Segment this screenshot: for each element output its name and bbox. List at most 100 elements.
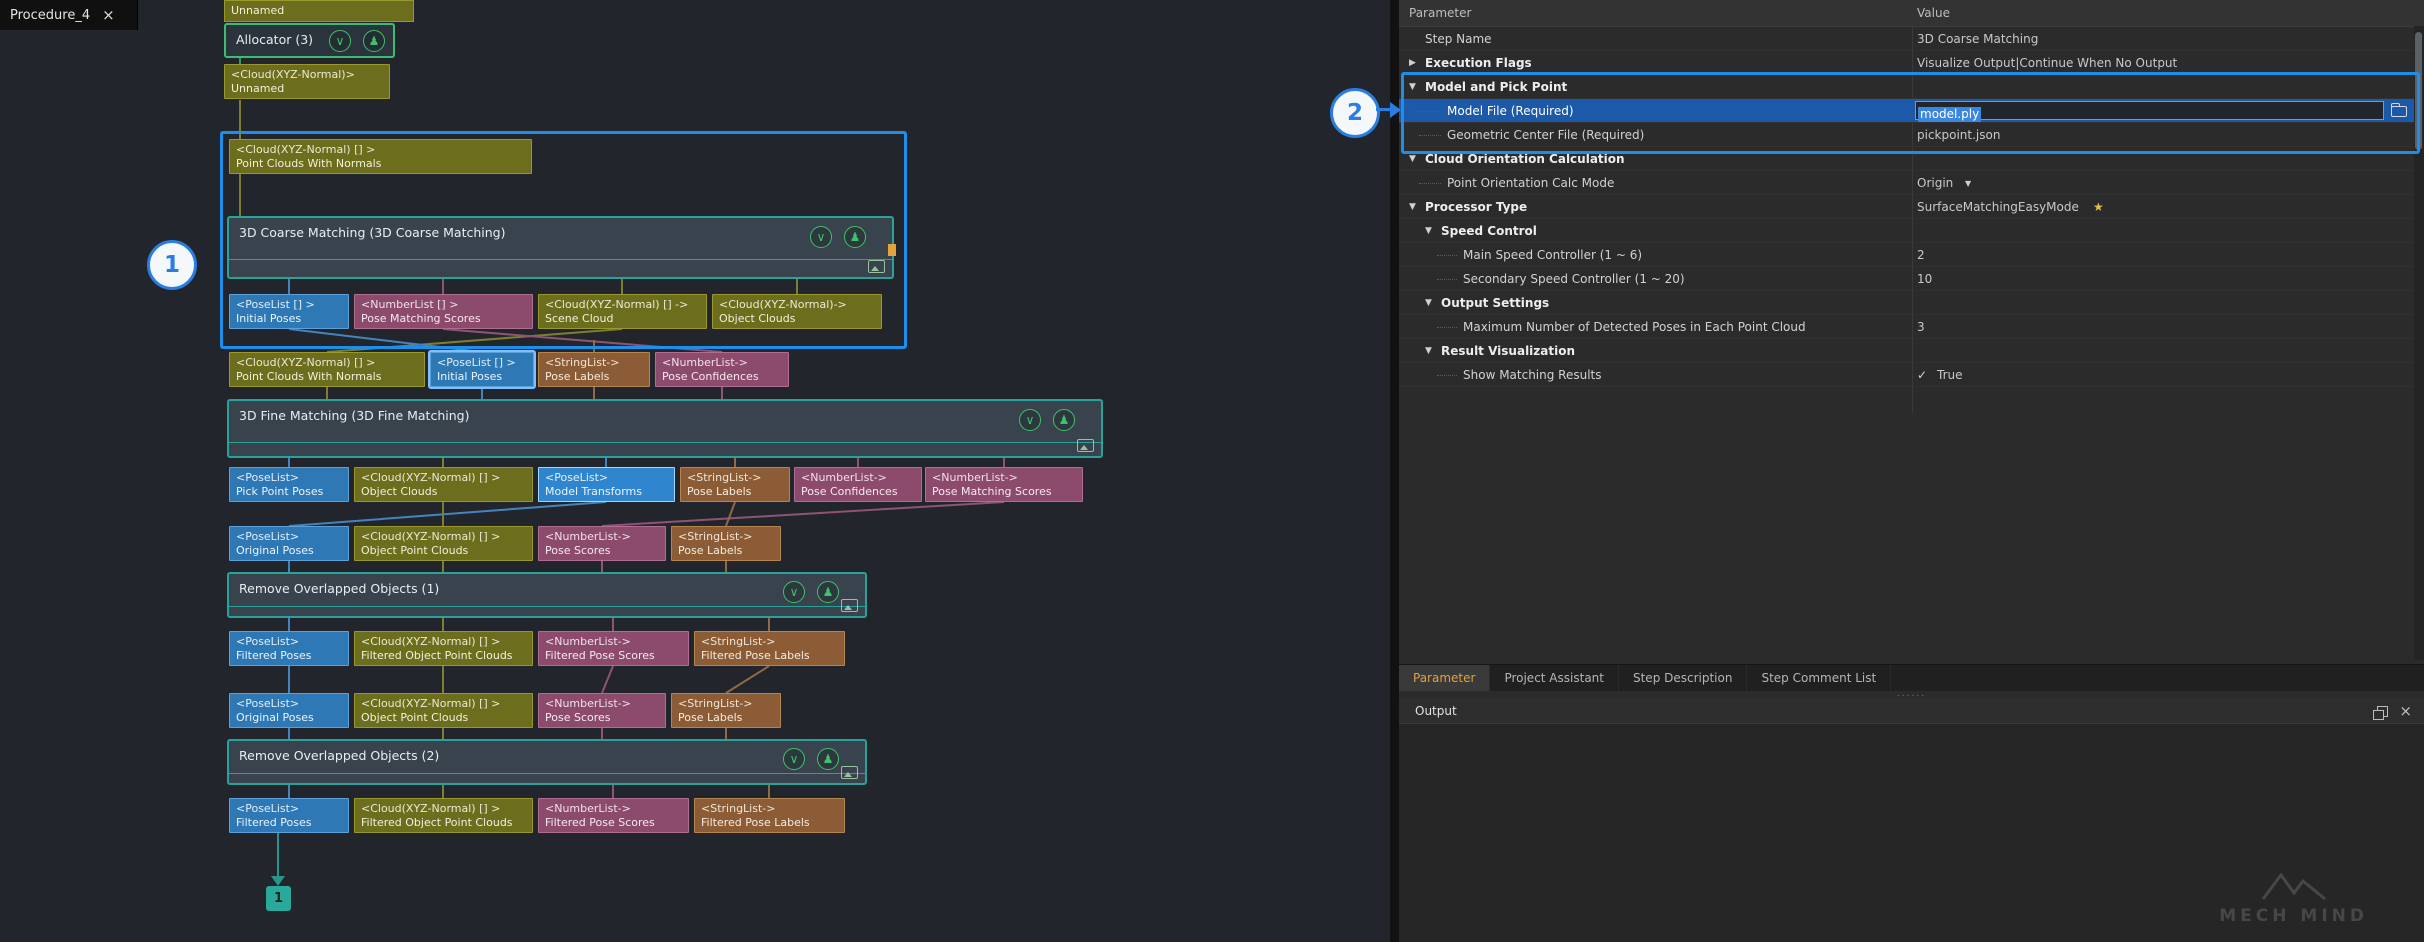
param-section-cloud-orientation-calculation[interactable]: ▼ Cloud Orientation Calculation	[1399, 147, 2424, 171]
output-terminal[interactable]: 1	[266, 886, 291, 911]
port-initial-poses[interactable]: <PoseList [] >Initial Poses	[229, 294, 349, 329]
tab-parameter[interactable]: Parameter	[1399, 665, 1490, 691]
port-pose-confidences[interactable]: <NumberList->Pose Confidences	[794, 467, 922, 502]
port-pose-labels[interactable]: <StringList->Pose Labels	[671, 526, 781, 561]
port-model-transforms[interactable]: <PoseList>Model Transforms	[538, 467, 675, 502]
port-unnamed[interactable]: <Cloud(XYZ-Normal)>Unnamed	[224, 64, 390, 99]
node-divider	[229, 606, 865, 607]
node-3d-fine-matching[interactable]: 3D Fine Matching (3D Fine Matching) ∨ ♟	[227, 399, 1103, 458]
param-section-model-and-pick-point[interactable]: ▼ Model and Pick Point	[1399, 75, 2424, 99]
expand-step-button[interactable]: ∨	[783, 581, 805, 603]
expand-step-button[interactable]: ∨	[783, 748, 805, 770]
output-panel-body: MECH MIND	[1399, 724, 2424, 942]
port-original-poses[interactable]: <PoseList>Original Poses	[229, 693, 349, 728]
panel-splitter[interactable]	[1390, 0, 1399, 942]
expander-icon[interactable]: ▼	[1425, 291, 1432, 315]
expand-step-button[interactable]: ∨	[329, 30, 351, 52]
close-icon[interactable]: ×	[2399, 698, 2412, 724]
port-filtered-pose-labels[interactable]: <StringList->Filtered Pose Labels	[694, 798, 845, 833]
tab-project-assistant[interactable]: Project Assistant	[1490, 665, 1619, 691]
close-icon[interactable]: ×	[102, 6, 115, 24]
param-section-speed-control[interactable]: ▼ Speed Control	[1399, 219, 2424, 243]
port-point-clouds-with-normals[interactable]: <Cloud(XYZ-Normal) [] >Point Clouds With…	[229, 352, 425, 387]
folder-open-icon[interactable]	[2391, 106, 2407, 117]
port-unnamed-top[interactable]: Unnamed	[224, 0, 414, 22]
operator-button[interactable]: ♟	[363, 30, 385, 52]
splitter-handle[interactable]: ......	[1399, 690, 2424, 698]
param-row-secondary-speed-controller[interactable]: Secondary Speed Controller (1 ~ 20) 10	[1399, 267, 2424, 291]
tab-step-description[interactable]: Step Description	[1619, 665, 1747, 691]
callout-1: 1	[147, 240, 197, 290]
tab-title: Procedure_4	[10, 8, 90, 23]
port-filtered-object-point-clouds[interactable]: <Cloud(XYZ-Normal) [] >Filtered Object P…	[354, 798, 533, 833]
model-file-input[interactable]: model.ply	[1915, 101, 2384, 120]
expand-step-button[interactable]: ∨	[810, 226, 832, 248]
param-row-main-speed-controller[interactable]: Main Speed Controller (1 ~ 6) 2	[1399, 243, 2424, 267]
node-remove-overlapped-objects-2[interactable]: Remove Overlapped Objects (2) ∨ ♟	[227, 739, 867, 785]
param-row-show-matching-results[interactable]: Show Matching Results ✓ True	[1399, 363, 2424, 387]
param-row-execution-flags[interactable]: ▶ Execution Flags Visualize Output|Conti…	[1399, 51, 2424, 75]
port-pose-matching-scores[interactable]: <NumberList->Pose Matching Scores	[925, 467, 1083, 502]
expander-icon[interactable]: ▼	[1409, 147, 1416, 171]
expand-step-button[interactable]: ∨	[1019, 409, 1041, 431]
param-row-model-file[interactable]: Model File (Required) model.ply	[1399, 99, 2424, 123]
step-image-icon	[868, 260, 885, 273]
dropdown-arrow-icon[interactable]: ▼	[1965, 172, 1971, 196]
port-filtered-pose-scores[interactable]: <NumberList->Filtered Pose Scores	[538, 798, 689, 833]
port-pose-confidences[interactable]: <NumberList->Pose Confidences	[655, 352, 789, 387]
node-3d-coarse-matching[interactable]: 3D Coarse Matching (3D Coarse Matching) …	[227, 216, 894, 279]
scrollbar-thumb[interactable]	[2415, 32, 2422, 150]
expander-icon[interactable]: ▼	[1409, 195, 1416, 219]
parameter-panel: Parameter Value Step Name 3D Coarse Matc…	[1399, 0, 2424, 942]
step-image-icon	[1077, 439, 1094, 452]
port-filtered-poses[interactable]: <PoseList>Filtered Poses	[229, 631, 349, 666]
callout-2-arrow-head	[1390, 102, 1401, 118]
popout-icon[interactable]	[2377, 706, 2388, 717]
expander-icon[interactable]: ▼	[1425, 219, 1432, 243]
expander-icon[interactable]: ▼	[1425, 339, 1432, 363]
node-remove-overlapped-objects-1[interactable]: Remove Overlapped Objects (1) ∨ ♟	[227, 572, 867, 618]
param-row-step-name[interactable]: Step Name 3D Coarse Matching	[1399, 27, 2424, 51]
port-point-clouds-with-normals[interactable]: <Cloud(XYZ-Normal) [] >Point Clouds With…	[229, 139, 532, 174]
operator-button[interactable]: ♟	[844, 226, 866, 248]
param-row-point-orientation-calc-mode[interactable]: Point Orientation Calc Mode Origin ▼	[1399, 171, 2424, 195]
param-section-processor-type[interactable]: ▼ Processor Type SurfaceMatchingEasyMode…	[1399, 195, 2424, 219]
operator-button[interactable]: ♟	[1053, 409, 1075, 431]
port-filtered-poses[interactable]: <PoseList>Filtered Poses	[229, 798, 349, 833]
node-divider	[229, 773, 865, 774]
port-object-point-clouds[interactable]: <Cloud(XYZ-Normal) [] >Object Point Clou…	[354, 526, 533, 561]
param-row-max-detected-poses[interactable]: Maximum Number of Detected Poses in Each…	[1399, 315, 2424, 339]
node-allocator[interactable]: Allocator (3) ∨ ♟	[224, 23, 395, 58]
port-original-poses[interactable]: <PoseList>Original Poses	[229, 526, 349, 561]
port-scene-cloud[interactable]: <Cloud(XYZ-Normal) [] ->Scene Cloud	[538, 294, 707, 329]
param-section-result-visualization[interactable]: ▼ Result Visualization	[1399, 339, 2424, 363]
port-object-point-clouds[interactable]: <Cloud(XYZ-Normal) [] >Object Point Clou…	[354, 693, 533, 728]
port-pose-labels[interactable]: <StringList->Pose Labels	[538, 352, 650, 387]
port-pose-matching-scores[interactable]: <NumberList [] >Pose Matching Scores	[354, 294, 533, 329]
port-filtered-object-point-clouds[interactable]: <Cloud(XYZ-Normal) [] >Filtered Object P…	[354, 631, 533, 666]
graph-canvas[interactable]: Unnamed Allocator (3) ∨ ♟ <Cloud(XYZ-Nor…	[0, 0, 1390, 942]
port-pose-labels[interactable]: <StringList->Pose Labels	[671, 693, 781, 728]
port-pose-scores[interactable]: <NumberList->Pose Scores	[538, 526, 666, 561]
column-parameter: Parameter	[1409, 0, 1471, 26]
port-filtered-pose-scores[interactable]: <NumberList->Filtered Pose Scores	[538, 631, 689, 666]
expander-icon[interactable]: ▶	[1409, 51, 1416, 75]
port-initial-poses[interactable]: <PoseList [] >Initial Poses	[430, 352, 534, 387]
param-section-output-settings[interactable]: ▼ Output Settings	[1399, 291, 2424, 315]
port-pose-labels[interactable]: <StringList->Pose Labels	[680, 467, 790, 502]
tab-procedure-4[interactable]: Procedure_4 ×	[0, 0, 138, 30]
tab-step-comment-list[interactable]: Step Comment List	[1747, 665, 1891, 691]
port-object-clouds[interactable]: <Cloud(XYZ-Normal)->Object Clouds	[712, 294, 882, 329]
port-pose-scores[interactable]: <NumberList->Pose Scores	[538, 693, 666, 728]
port-filtered-pose-labels[interactable]: <StringList->Filtered Pose Labels	[694, 631, 845, 666]
mech-mind-watermark: MECH MIND	[2219, 871, 2368, 926]
column-value: Value	[1917, 0, 1950, 26]
port-object-clouds[interactable]: <Cloud(XYZ-Normal) [] >Object Clouds	[354, 467, 533, 502]
checkbox-checked-icon[interactable]: ✓	[1917, 363, 1927, 387]
breakpoint-marker[interactable]	[888, 244, 896, 256]
operator-button[interactable]: ♟	[817, 581, 839, 603]
operator-button[interactable]: ♟	[817, 748, 839, 770]
port-pick-point-poses[interactable]: <PoseList>Pick Point Poses	[229, 467, 349, 502]
expander-icon[interactable]: ▼	[1409, 75, 1416, 99]
param-row-geometric-center-file[interactable]: Geometric Center File (Required) pickpoi…	[1399, 123, 2424, 147]
